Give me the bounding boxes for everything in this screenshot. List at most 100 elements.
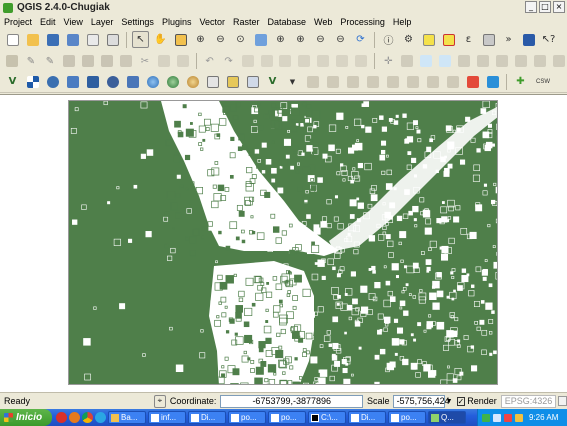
new-print-composer-button[interactable] [84, 31, 101, 48]
scale-field[interactable]: -575,756,424 [392, 394, 450, 408]
update-icon[interactable] [515, 413, 523, 422]
add-wkt-layer-button[interactable]: V [264, 73, 281, 90]
add-layer-extra-5-button[interactable] [384, 73, 401, 90]
cut-features-button[interactable]: ✂ [137, 53, 153, 70]
add-raster-layer-button[interactable] [24, 73, 41, 90]
identify-button[interactable]: ⓘ [380, 31, 397, 48]
georef-button[interactable] [399, 53, 415, 70]
undo-button[interactable]: ↶ [202, 53, 218, 70]
add-mssql-layer-button[interactable] [84, 73, 101, 90]
add-wfs-layer-button[interactable] [184, 73, 201, 90]
taskbar-item[interactable]: po... [268, 411, 306, 424]
taskbar-item[interactable]: Di... [188, 411, 226, 424]
delete-selected-button[interactable] [118, 53, 134, 70]
opera-icon[interactable] [56, 412, 67, 423]
annotation-8-button[interactable] [551, 53, 567, 70]
action-button[interactable]: ⚙ [400, 31, 417, 48]
label-tool-6-button[interactable] [334, 53, 350, 70]
zoom-next-button[interactable]: ⊖ [332, 31, 349, 48]
toolbar-overflow-button[interactable]: » [500, 31, 517, 48]
chrome-icon[interactable] [82, 412, 93, 423]
label-tool-2-button[interactable] [259, 53, 275, 70]
taskbar-item[interactable]: Ba... [108, 411, 146, 424]
skype-icon[interactable] [95, 412, 106, 423]
annotation-3-button[interactable] [456, 53, 472, 70]
annotation-1-button[interactable] [418, 53, 434, 70]
label-tool-7-button[interactable] [353, 53, 369, 70]
crs-button[interactable]: EPSG:4326 [500, 394, 557, 408]
annotation-6-button[interactable] [513, 53, 529, 70]
pan-tool-button[interactable]: ↖ [132, 31, 149, 48]
add-postgis-layer-button[interactable] [44, 73, 61, 90]
menu-settings[interactable]: Settings [117, 17, 158, 27]
annotation-2-button[interactable] [437, 53, 453, 70]
menu-view[interactable]: View [60, 17, 87, 27]
menu-plugins[interactable]: Plugins [158, 17, 196, 27]
zoom-native-button[interactable]: ⊙ [232, 31, 249, 48]
add-layer-extra-8-button[interactable] [444, 73, 461, 90]
save-project-button[interactable] [44, 31, 61, 48]
save-edits-button[interactable]: ✎ [42, 53, 58, 70]
toggle-extents-button[interactable]: ⌖ [153, 394, 166, 408]
map-tips-button[interactable] [520, 31, 537, 48]
menu-help[interactable]: Help [389, 17, 416, 27]
select-features-button[interactable] [420, 31, 437, 48]
add-layer-extra-1-button[interactable] [304, 73, 321, 90]
firefox-icon[interactable] [69, 412, 80, 423]
start-button[interactable]: Inicio [0, 409, 52, 426]
add-feature-button[interactable] [61, 53, 77, 70]
zoom-in-button[interactable]: ⊕ [192, 31, 209, 48]
zoom-out-button[interactable]: ⊖ [212, 31, 229, 48]
add-delimited-text-button[interactable] [204, 73, 221, 90]
snapping-button[interactable]: ✛ [380, 53, 396, 70]
add-sqlanywhere-layer-button[interactable] [124, 73, 141, 90]
coordinate-field[interactable]: -6753799,-3877896 [220, 394, 364, 408]
taskbar-item[interactable]: po... [388, 411, 426, 424]
new-project-button[interactable] [4, 31, 21, 48]
zoom-to-selection-button[interactable]: ⊕ [272, 31, 289, 48]
deselect-button[interactable] [440, 31, 457, 48]
annotation-5-button[interactable] [494, 53, 510, 70]
csw-button[interactable]: CSW [532, 73, 554, 90]
taskbar-item[interactable]: C:\... [308, 411, 346, 424]
add-wms-layer-button[interactable] [144, 73, 161, 90]
minimize-button[interactable]: _ [525, 1, 537, 13]
plugin-button[interactable]: ✚ [512, 73, 529, 90]
taskbar-item[interactable]: inf... [148, 411, 186, 424]
taskbar-item[interactable]: Di... [348, 411, 386, 424]
toggle-editing-button[interactable]: ✎ [23, 53, 39, 70]
menu-project[interactable]: Project [0, 17, 36, 27]
redo-button[interactable]: ↷ [221, 53, 237, 70]
map-layer-render[interactable] [68, 100, 498, 385]
add-layer-extra-9-button[interactable] [464, 73, 481, 90]
maximize-button[interactable]: □ [539, 1, 551, 13]
current-edits-button[interactable] [4, 53, 20, 70]
new-shapefile-button[interactable] [224, 73, 241, 90]
composer-manager-button[interactable] [104, 31, 121, 48]
taskbar-item[interactable]: po... [228, 411, 266, 424]
node-tool-button[interactable] [99, 53, 115, 70]
add-layer-extra-4-button[interactable] [364, 73, 381, 90]
field-calculator-button[interactable]: ε [460, 31, 477, 48]
add-oracle-layer-button[interactable] [104, 73, 121, 90]
menu-vector[interactable]: Vector [195, 17, 229, 27]
paste-features-button[interactable] [175, 53, 191, 70]
refresh-button[interactable]: ⟳ [352, 31, 369, 48]
menu-web[interactable]: Web [310, 17, 336, 27]
whats-this-button[interactable]: ↖? [540, 31, 557, 48]
menu-layer[interactable]: Layer [87, 17, 118, 27]
add-layer-extra-7-button[interactable] [424, 73, 441, 90]
zoom-full-button[interactable] [252, 31, 269, 48]
pan-to-selection-button[interactable] [172, 31, 189, 48]
label-tool-5-button[interactable] [315, 53, 331, 70]
messages-icon[interactable] [558, 396, 567, 406]
volume-icon[interactable] [504, 413, 512, 422]
menu-processing[interactable]: Processing [336, 17, 389, 27]
add-layer-extra-2-button[interactable] [324, 73, 341, 90]
add-spatialite-layer-button[interactable] [64, 73, 81, 90]
zoom-to-layer-button[interactable]: ⊕ [292, 31, 309, 48]
open-project-button[interactable] [24, 31, 41, 48]
add-layer-extra-6-button[interactable] [404, 73, 421, 90]
menu-edit[interactable]: Edit [36, 17, 60, 27]
add-layer-extra-10-button[interactable] [484, 73, 501, 90]
